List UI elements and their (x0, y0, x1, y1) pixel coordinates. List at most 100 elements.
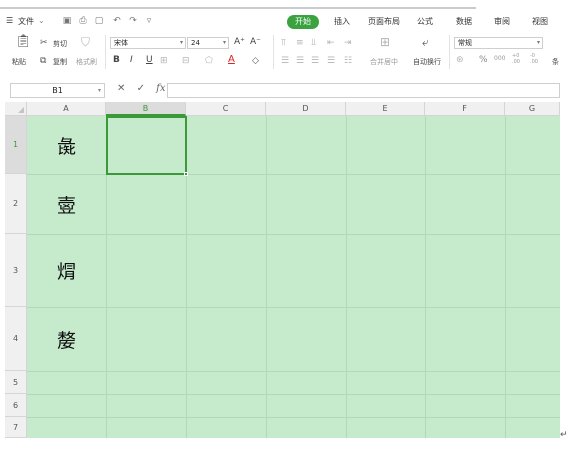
column-header-f[interactable]: F (425, 102, 505, 116)
cell-area[interactable]: 彘 㚃 焨 嫠 (27, 116, 560, 438)
formula-input[interactable] (167, 83, 560, 98)
gridline (27, 394, 560, 395)
tab-review[interactable]: 审阅 (494, 16, 510, 27)
distributed-icon[interactable]: ☷ (344, 56, 352, 66)
tab-page-layout[interactable]: 页面布局 (368, 16, 400, 27)
format-painter-icon[interactable]: ⛉ (81, 36, 90, 48)
save-icon[interactable]: ▣ (62, 16, 72, 26)
gridline (346, 116, 347, 438)
copy-button[interactable]: 复制 (53, 57, 67, 67)
cell-a2[interactable]: 㚃 (27, 174, 106, 234)
fill-color-icon[interactable]: ⬠ (205, 56, 213, 66)
align-center-icon[interactable]: ☰ (296, 56, 304, 66)
number-format-select[interactable]: 常规 ▾ (454, 37, 543, 49)
font-size-value: 24 (191, 39, 200, 47)
customize-toolbar-icon[interactable]: ▿ (144, 16, 154, 26)
cell-a4[interactable]: 嫠 (27, 307, 106, 371)
copy-icon[interactable]: ⧉ (40, 56, 46, 66)
cell-a3[interactable]: 焨 (27, 234, 106, 307)
currency-icon[interactable]: ⊛ (456, 55, 464, 65)
merge-center-button[interactable]: 合并居中 (370, 57, 398, 67)
row-header-4[interactable]: 4 (5, 307, 27, 371)
column-header-b[interactable]: B (106, 102, 186, 116)
row-header-6[interactable]: 6 (5, 394, 27, 417)
tab-view[interactable]: 视图 (532, 16, 548, 27)
gridline (425, 116, 426, 438)
column-header-d[interactable]: D (266, 102, 346, 116)
decrease-decimal-button[interactable]: -0 .00 (530, 53, 542, 65)
column-header-g[interactable]: G (505, 102, 560, 116)
chevron-down-icon: ▾ (536, 39, 540, 46)
column-header-c[interactable]: C (186, 102, 266, 116)
italic-button[interactable]: I (130, 55, 133, 65)
format-painter-button[interactable]: 格式刷 (76, 57, 97, 67)
row-header-3[interactable]: 3 (5, 234, 27, 307)
column-header-e[interactable]: E (346, 102, 425, 116)
scissors-icon[interactable]: ✂ (40, 38, 48, 48)
align-left-icon[interactable]: ☰ (281, 56, 289, 66)
fill-handle[interactable] (184, 172, 188, 176)
align-right-icon[interactable]: ☰ (311, 56, 319, 66)
indent-increase-icon[interactable]: ⇥ (344, 38, 352, 48)
chevron-down-icon[interactable]: ⌄ (38, 16, 45, 25)
name-box[interactable]: B1 ▾ (10, 83, 105, 98)
menu-file[interactable]: 文件 (18, 16, 34, 27)
row-header-2[interactable]: 2 (5, 174, 27, 234)
conditional-format-button[interactable]: 条 (552, 57, 559, 67)
insert-function-icon[interactable]: fx (156, 83, 165, 94)
gridline (27, 307, 560, 308)
justify-icon[interactable]: ☰ (327, 56, 335, 66)
font-size-select[interactable]: 24 ▾ (187, 37, 229, 49)
increase-decimal-button[interactable]: +0 .00 (512, 53, 524, 65)
menu-bar: ☰ 文件 ⌄ ▣ ⎙ ▢ ↶ ↷ ▿ 开始 插入 页面布局 公式 数据 审阅 视… (0, 12, 560, 32)
table-style-icon[interactable]: ⊟ (182, 56, 190, 66)
selected-cell-b1[interactable] (106, 116, 187, 175)
print-preview-icon[interactable]: ▢ (94, 16, 104, 26)
print-icon[interactable]: ⎙ (78, 16, 88, 26)
ribbon-home: 📋︎ 粘贴 ✂ 剪切 ⧉ 复制 ⛉ 格式刷 宋体 ▾ 24 ▾ A⁺ A⁻ B … (0, 33, 560, 75)
align-middle-icon[interactable]: ≡ (296, 38, 304, 48)
ribbon-divider (449, 35, 450, 69)
paragraph-mark-icon: ↵ (560, 430, 568, 440)
merge-center-icon[interactable]: ⊞ (380, 36, 390, 48)
font-name-select[interactable]: 宋体 ▾ (110, 37, 186, 49)
formula-actions: ✕ ✓ fx (117, 83, 174, 94)
align-top-icon[interactable]: ⫪ (281, 38, 286, 48)
paste-icon[interactable]: 📋︎ (15, 35, 32, 48)
select-all-icon (18, 107, 24, 113)
font-name-value: 宋体 (114, 39, 128, 47)
border-icon[interactable]: ⊞ (160, 56, 168, 66)
spreadsheet-grid: A B C D E F G 1 2 3 4 5 6 7 彘 㚃 焨 嫠 (5, 102, 560, 438)
tab-formulas[interactable]: 公式 (417, 16, 433, 27)
undo-icon[interactable]: ↶ (112, 16, 122, 26)
gridline (266, 116, 267, 438)
redo-icon[interactable]: ↷ (128, 16, 138, 26)
tab-home[interactable]: 开始 (287, 15, 319, 29)
tab-data[interactable]: 数据 (456, 16, 472, 27)
row-header-5[interactable]: 5 (5, 371, 27, 394)
select-all-corner[interactable] (5, 102, 27, 116)
cell-a1[interactable]: 彘 (27, 116, 106, 174)
confirm-icon[interactable]: ✓ (137, 83, 145, 94)
font-color-icon[interactable]: A (228, 55, 235, 65)
row-header-1[interactable]: 1 (5, 116, 27, 174)
wrap-text-button[interactable]: 自动换行 (413, 57, 441, 67)
thousands-button[interactable]: 000 (494, 55, 505, 62)
align-bottom-icon[interactable]: ⫫ (311, 38, 316, 48)
paste-button[interactable]: 粘贴 (12, 57, 26, 67)
menu-hamburger-icon[interactable]: ☰ (6, 16, 13, 25)
column-header-a[interactable]: A (27, 102, 106, 116)
tab-insert[interactable]: 插入 (334, 16, 350, 27)
number-format-value: 常规 (458, 39, 472, 47)
clear-format-icon[interactable]: ◇ (252, 56, 259, 66)
bold-button[interactable]: B (113, 55, 120, 65)
shrink-font-button[interactable]: A⁻ (250, 37, 261, 47)
indent-decrease-icon[interactable]: ⇤ (327, 38, 335, 48)
percent-button[interactable]: % (479, 55, 488, 65)
underline-button[interactable]: U (146, 55, 153, 65)
wrap-text-icon[interactable]: ⤶ (422, 36, 429, 48)
grow-font-button[interactable]: A⁺ (234, 37, 245, 47)
cancel-icon[interactable]: ✕ (117, 83, 125, 94)
cut-button[interactable]: 剪切 (53, 39, 67, 49)
row-header-7[interactable]: 7 (5, 417, 27, 438)
